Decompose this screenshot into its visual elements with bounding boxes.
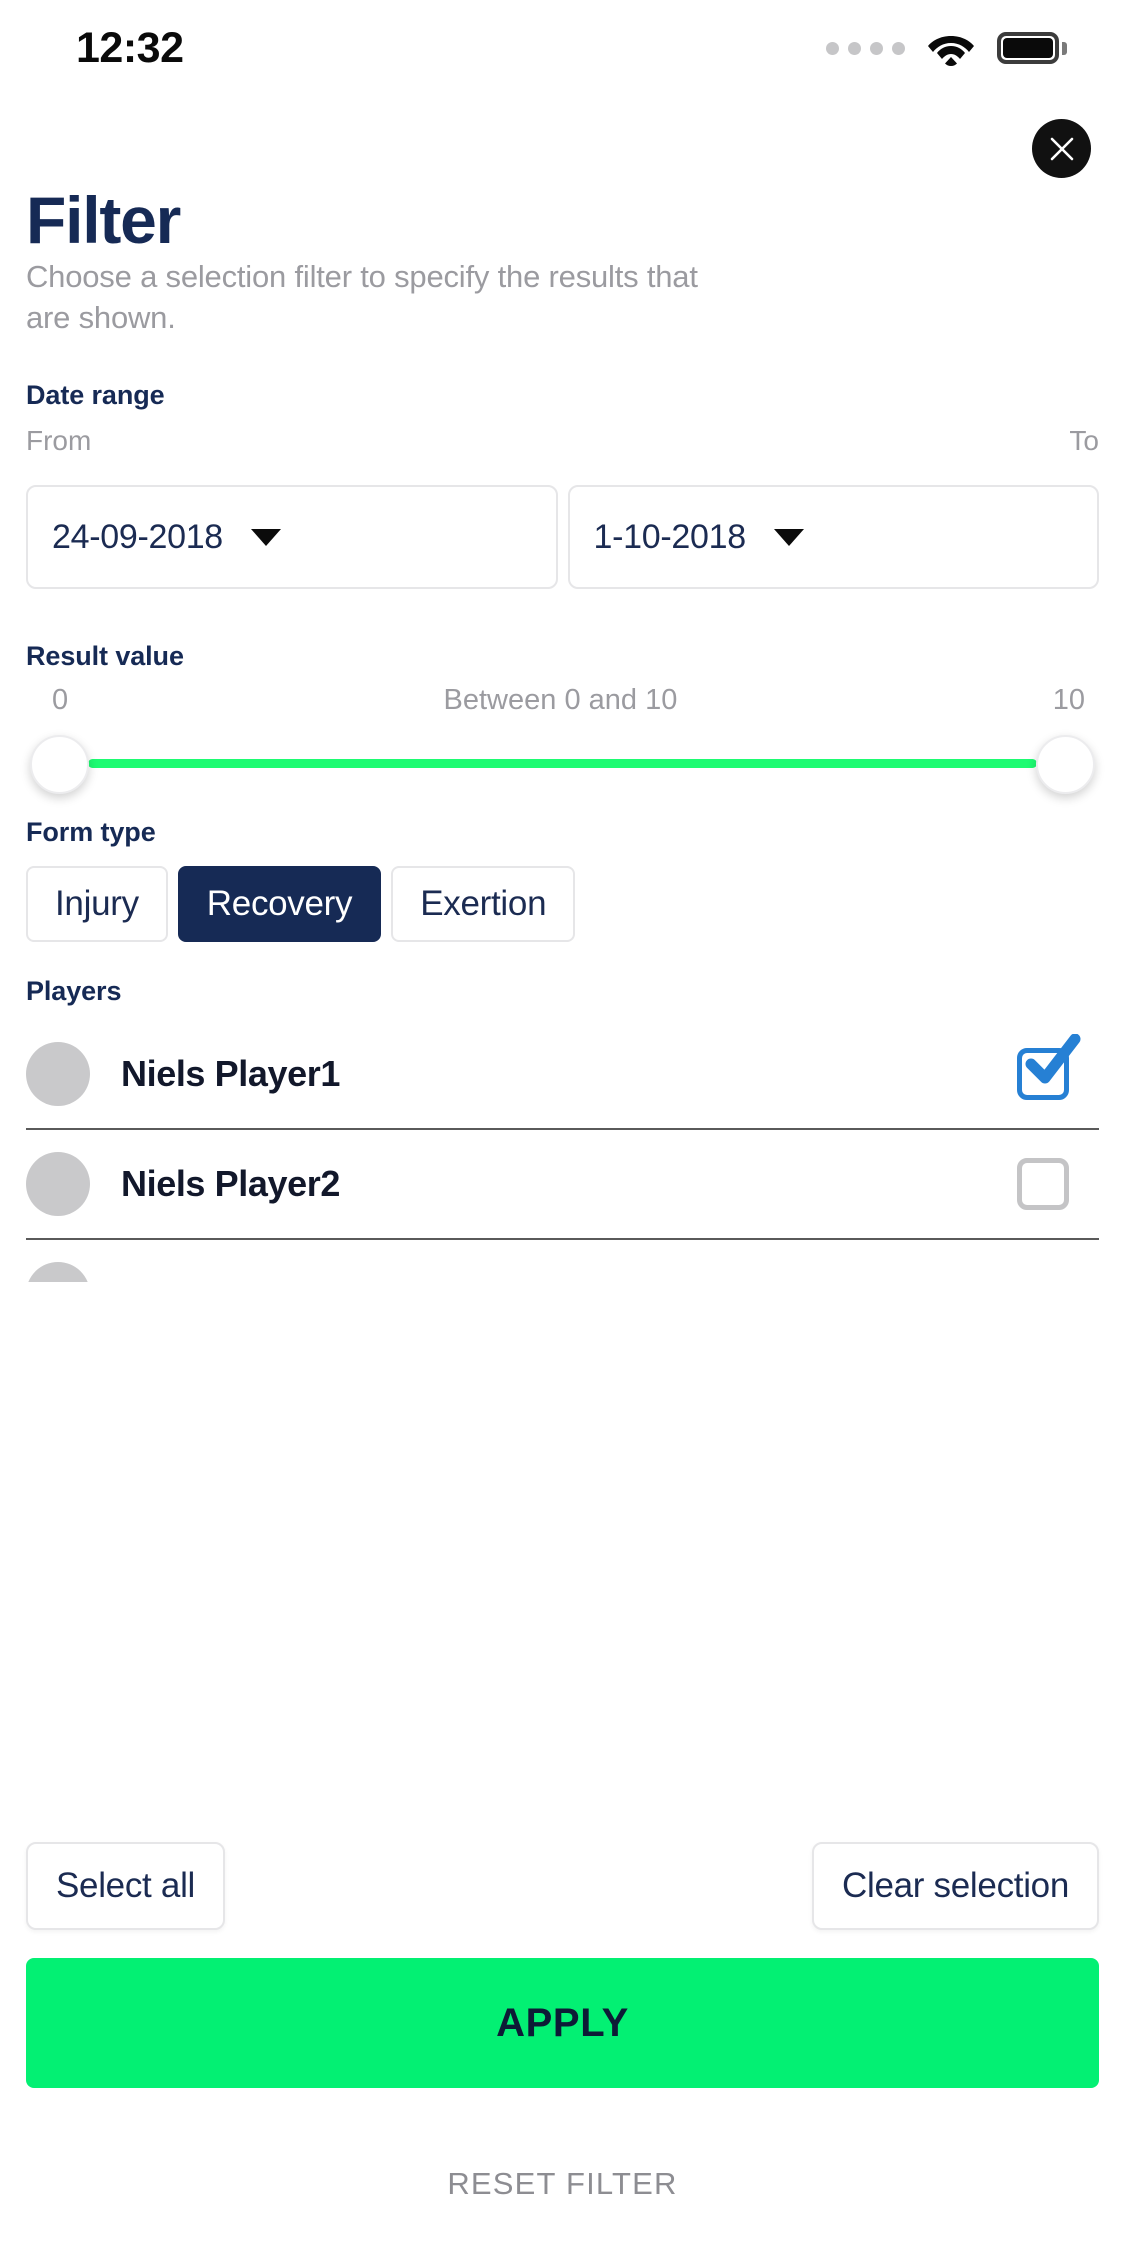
result-value-range-slider[interactable]	[26, 730, 1099, 820]
signal-dots-icon	[826, 41, 905, 55]
range-summary-label: Between 0 and 10	[443, 684, 678, 716]
form-type-option-label: Exertion	[420, 884, 547, 923]
player-checkbox[interactable]	[1017, 1158, 1069, 1210]
result-value-labels: 0 Between 0 and 10 10	[26, 684, 1099, 717]
form-type-option-exertion[interactable]: Exertion	[391, 866, 576, 942]
wifi-icon	[928, 36, 974, 66]
form-type-option-recovery[interactable]: Recovery	[177, 866, 382, 942]
player-name: Niels Player1	[121, 1053, 340, 1094]
from-label: From	[26, 425, 92, 456]
date-from-dropdown[interactable]: 24-09-2018	[26, 485, 558, 589]
chevron-down-icon	[250, 528, 281, 546]
form-type-option-label: Recovery	[206, 884, 353, 923]
date-from-value: 24-09-2018	[52, 517, 223, 556]
clear-selection-button[interactable]: Clear selection	[812, 1842, 1099, 1930]
player-checkbox[interactable]	[1017, 1034, 1081, 1100]
close-button[interactable]	[1032, 119, 1091, 178]
page-title: Filter	[26, 183, 181, 257]
page-subtitle: Choose a selection filter to specify the…	[26, 259, 698, 335]
slider-track	[88, 759, 1037, 768]
result-value-section-label: Result value	[26, 641, 184, 671]
date-to-dropdown[interactable]: 1-10-2018	[567, 485, 1099, 589]
reset-filter-button[interactable]: RESET FILTER	[0, 2166, 1125, 2202]
chevron-down-icon	[773, 528, 804, 546]
avatar	[26, 1262, 90, 1282]
apply-button[interactable]: APPLY	[26, 1958, 1099, 2088]
reset-filter-label: RESET FILTER	[447, 2166, 678, 2201]
avatar	[26, 1042, 90, 1106]
status-time: 12:32	[76, 23, 184, 72]
clear-selection-label: Clear selection	[842, 1866, 1069, 1905]
check-icon	[1025, 1034, 1081, 1084]
battery-full-icon	[997, 32, 1067, 64]
select-all-button[interactable]: Select all	[26, 1842, 226, 1930]
range-max-label: 10	[1052, 684, 1085, 716]
form-type-section-label: Form type	[26, 817, 156, 847]
select-all-label: Select all	[56, 1866, 196, 1905]
form-type-options: Injury Recovery Exertion	[26, 866, 576, 942]
players-list[interactable]: Niels Player1 Niels Player2	[26, 1020, 1099, 1282]
range-min-label: 0	[52, 684, 69, 716]
player-list-item[interactable]: Niels Player1	[26, 1020, 1099, 1130]
player-list-item-partial[interactable]	[26, 1240, 1099, 1282]
player-name: Niels Player2	[121, 1163, 340, 1204]
date-range-section-label: Date range	[26, 380, 165, 410]
selection-actions: Select all Clear selection	[26, 1842, 1099, 1930]
apply-label: APPLY	[496, 2000, 629, 2045]
slider-handle-max[interactable]	[1036, 735, 1095, 794]
filter-screen: 12:32 Filter Choose a selection filter t…	[0, 0, 1125, 2250]
date-to-value: 1-10-2018	[593, 517, 747, 556]
status-indicators	[826, 30, 1067, 66]
close-icon	[1050, 137, 1073, 160]
date-range-row: 24-09-2018 1-10-2018	[26, 485, 1099, 589]
players-section-label: Players	[26, 976, 122, 1006]
status-bar: 12:32	[0, 0, 1125, 96]
to-label: To	[1069, 425, 1099, 456]
avatar	[26, 1152, 90, 1216]
form-type-option-label: Injury	[55, 884, 139, 923]
slider-handle-min[interactable]	[30, 735, 89, 794]
player-list-item[interactable]: Niels Player2	[26, 1130, 1099, 1240]
form-type-option-injury[interactable]: Injury	[26, 866, 168, 942]
